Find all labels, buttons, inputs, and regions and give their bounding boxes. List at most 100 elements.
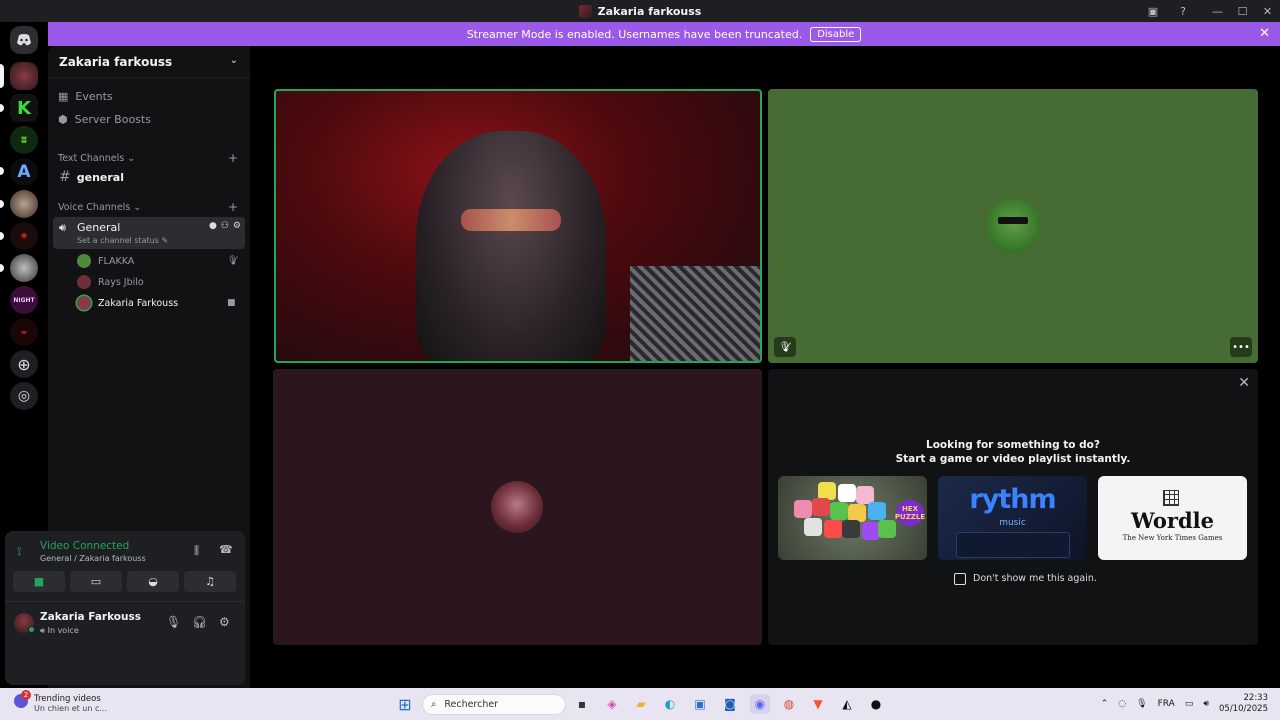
brave-icon[interactable]: ▼ bbox=[808, 694, 828, 714]
noise-suppression-icon[interactable]: ⫼ bbox=[194, 544, 199, 558]
activity-subheading: Start a game or video playlist instantly… bbox=[895, 453, 1131, 465]
avatar bbox=[986, 199, 1040, 253]
avatar bbox=[491, 481, 543, 533]
inbox-icon[interactable]: ▣ bbox=[1145, 3, 1161, 19]
user-status: 🔊︎ In voice bbox=[40, 626, 79, 635]
volume-icon[interactable]: 🔊︎ bbox=[1203, 699, 1209, 709]
close-banner-icon[interactable]: ✕ bbox=[1259, 26, 1270, 41]
soundboard-button[interactable]: ♫ bbox=[184, 571, 236, 592]
muted-icon: 🎙︎̸ bbox=[774, 337, 796, 357]
edge-icon[interactable]: ◐ bbox=[660, 694, 680, 714]
taskbar-search[interactable]: ⌕ Rechercher bbox=[422, 694, 566, 715]
settings-gear-icon[interactable]: ⚙ bbox=[233, 221, 241, 231]
muted-icon: 🎙︎̸ bbox=[227, 256, 239, 266]
voice-member[interactable]: Rays Jbilo bbox=[77, 273, 144, 291]
server-green-logo-icon[interactable]: ʬ bbox=[10, 126, 38, 154]
wordle-grid-icon bbox=[1163, 490, 1179, 506]
maximize-button[interactable]: ☐ bbox=[1230, 0, 1255, 22]
banner-message: Streamer Mode is enabled. Usernames have… bbox=[466, 27, 803, 41]
add-text-channel-icon[interactable]: + bbox=[228, 151, 238, 165]
server-header[interactable]: Zakaria farkouss ⌄ bbox=[48, 46, 250, 78]
screen-share-button[interactable]: ▭ bbox=[70, 571, 122, 592]
avatar bbox=[77, 275, 91, 289]
invite-icon[interactable]: ⚇ bbox=[221, 221, 229, 231]
activity-card-hex-puzzle[interactable]: HEX PUZZLE bbox=[778, 476, 927, 560]
add-voice-channel-icon[interactable]: + bbox=[228, 200, 238, 214]
network-icon[interactable]: ▭ bbox=[1185, 699, 1194, 709]
minimize-button[interactable]: — bbox=[1205, 0, 1230, 22]
language-indicator[interactable]: FRA bbox=[1158, 699, 1175, 709]
dont-show-again-label: Don't show me this again. bbox=[973, 573, 1097, 584]
server-red-icon[interactable]: ✶ bbox=[10, 222, 38, 250]
server-red-logo-icon[interactable]: ▬ bbox=[10, 318, 38, 346]
help-icon[interactable]: ? bbox=[1175, 3, 1191, 19]
microphone-icon[interactable]: 🎙︎ bbox=[1136, 699, 1147, 709]
video-tile-flakka[interactable]: 🎙︎̸ ••• bbox=[768, 89, 1258, 363]
windows-start-icon[interactable]: ⊞ bbox=[395, 694, 415, 714]
discord-home-icon[interactable] bbox=[10, 26, 38, 54]
chat-icon[interactable]: ● bbox=[209, 221, 217, 231]
search-icon: ⌕ bbox=[431, 699, 437, 710]
title-bar: Zakaria farkouss ▣ ? — ☐ ✕ bbox=[0, 0, 1280, 22]
system-tray: ⌃ ◌ 🎙︎ FRA ▭ 🔊︎ 22:33 05/10/2025 bbox=[1101, 688, 1268, 720]
activity-card-wordle[interactable]: Wordle The New York Times Games bbox=[1098, 476, 1247, 560]
app-green-icon[interactable]: ◭ bbox=[837, 694, 857, 714]
discord-taskbar-icon[interactable]: ◉ bbox=[750, 694, 770, 714]
news-widget[interactable]: 2 Trending videos Un chien et un c... bbox=[14, 690, 107, 713]
camera-icon: ■ bbox=[227, 298, 236, 308]
outlook-icon[interactable]: ◙ bbox=[720, 694, 740, 714]
text-channels-category[interactable]: Text Channels ⌄ bbox=[58, 153, 135, 164]
online-status-icon bbox=[28, 626, 35, 633]
server-name: Zakaria farkouss bbox=[59, 54, 173, 69]
activity-suggestions: ✕ Looking for something to do? Start a g… bbox=[768, 369, 1258, 645]
news-icon: 2 bbox=[14, 690, 31, 708]
close-window-button[interactable]: ✕ bbox=[1255, 0, 1280, 22]
add-server-icon[interactable]: ⊕ bbox=[10, 350, 38, 378]
settings-gear-icon[interactable]: ⚙ bbox=[219, 615, 230, 629]
activity-card-rythm[interactable]: rythm music bbox=[938, 476, 1087, 560]
voice-location: General / Zakaria farkouss bbox=[40, 554, 146, 563]
activity-heading: Looking for something to do? bbox=[926, 439, 1100, 451]
voice-member[interactable]: Zakaria Farkouss ■ bbox=[77, 294, 236, 312]
disconnect-icon[interactable]: ☎ bbox=[219, 543, 233, 556]
microphone-icon[interactable]: 🎙︎ bbox=[166, 615, 181, 629]
user-name[interactable]: Zakaria Farkouss bbox=[40, 611, 141, 623]
video-tile-zakaria[interactable] bbox=[274, 89, 762, 363]
clock[interactable]: 22:33 05/10/2025 bbox=[1219, 693, 1268, 715]
server-night-icon[interactable]: NIGHT bbox=[10, 286, 38, 314]
server-k-icon[interactable]: K bbox=[10, 94, 38, 122]
voice-channel-general[interactable]: 🔊︎ General Set a channel status ✎ ● ⚇ ⚙ bbox=[53, 217, 245, 249]
voice-status[interactable]: Video Connected bbox=[40, 540, 129, 552]
voice-channel-name: General bbox=[77, 221, 121, 234]
discover-icon[interactable]: ◎ bbox=[10, 382, 38, 410]
store-icon[interactable]: ▣ bbox=[690, 694, 710, 714]
copilot-icon[interactable]: ◈ bbox=[602, 694, 622, 714]
server-a-icon[interactable]: A bbox=[10, 158, 38, 186]
events-link[interactable]: ▦ Events bbox=[58, 90, 113, 103]
chrome-icon[interactable]: ◍ bbox=[779, 694, 799, 714]
close-icon[interactable]: ✕ bbox=[1238, 375, 1250, 391]
tray-app-icon[interactable]: ◌ bbox=[1118, 699, 1126, 709]
channel-general[interactable]: # general bbox=[53, 166, 245, 188]
file-explorer-icon[interactable]: ▰ bbox=[631, 694, 651, 714]
dont-show-again-checkbox[interactable] bbox=[954, 573, 966, 585]
server-zakaria-icon[interactable] bbox=[10, 62, 38, 90]
chevron-up-icon[interactable]: ⌃ bbox=[1101, 699, 1109, 709]
streamer-mode-banner: Streamer Mode is enabled. Usernames have… bbox=[48, 22, 1280, 46]
chevron-down-icon[interactable]: ⌄ bbox=[230, 55, 238, 66]
voice-member[interactable]: FLAKKA 🎙︎̸ bbox=[77, 252, 238, 270]
video-tile-rays[interactable] bbox=[273, 369, 762, 645]
disable-streamer-mode-button[interactable]: Disable bbox=[810, 26, 862, 42]
hash-icon: # bbox=[59, 169, 71, 185]
activity-button[interactable]: ◒ bbox=[127, 571, 179, 592]
set-channel-status[interactable]: Set a channel status ✎ bbox=[77, 236, 168, 245]
camera-button[interactable]: ■ bbox=[13, 571, 65, 592]
server-boosts-link[interactable]: ⬢ Server Boosts bbox=[58, 113, 151, 126]
task-view-icon[interactable]: ▪ bbox=[572, 694, 592, 714]
headphones-icon[interactable]: 🎧︎ bbox=[192, 615, 207, 629]
more-options-icon[interactable]: ••• bbox=[1230, 337, 1252, 357]
server-avatar-icon[interactable] bbox=[10, 190, 38, 218]
voice-channels-category[interactable]: Voice Channels ⌄ bbox=[58, 202, 141, 213]
app-record-icon[interactable]: ● bbox=[866, 694, 886, 714]
server-medusa-icon[interactable] bbox=[10, 254, 38, 282]
